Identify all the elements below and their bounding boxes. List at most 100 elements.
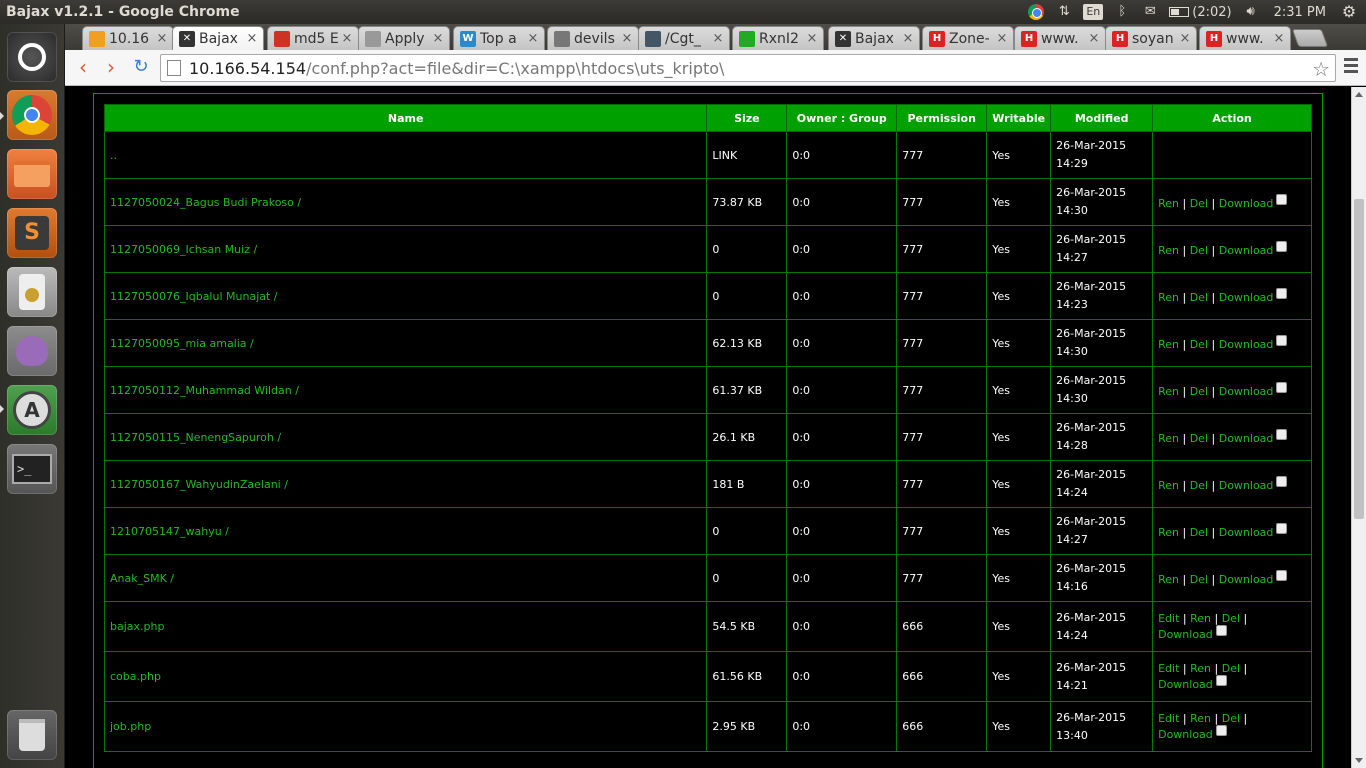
select-checkbox[interactable] <box>1215 675 1227 686</box>
tab-close-icon[interactable]: × <box>805 31 819 46</box>
column-header[interactable]: Writable <box>986 104 1052 132</box>
scrollbar-thumb[interactable] <box>1354 199 1364 519</box>
select-checkbox[interactable] <box>1276 523 1288 534</box>
chrome-indicator-icon[interactable] <box>1027 4 1045 20</box>
rename-link[interactable]: Ren <box>1158 526 1179 539</box>
rename-link[interactable]: Ren <box>1190 712 1211 725</box>
download-link[interactable]: Download <box>1219 385 1274 398</box>
column-header[interactable]: Modified <box>1050 104 1154 132</box>
delete-link[interactable]: Del <box>1190 526 1208 539</box>
rename-link[interactable]: Ren <box>1158 197 1179 210</box>
download-link[interactable]: Download <box>1219 526 1274 539</box>
network-icon[interactable]: ⇅ <box>1055 4 1073 20</box>
select-checkbox[interactable] <box>1276 570 1288 581</box>
delete-link[interactable]: Del <box>1190 197 1208 210</box>
rename-link[interactable]: Ren <box>1158 244 1179 257</box>
file-name-link[interactable]: 1210705147_wahyu / <box>103 507 708 555</box>
rename-link[interactable]: Ren <box>1158 385 1179 398</box>
edit-link[interactable]: Edit <box>1158 612 1179 625</box>
tab-12[interactable]: Hwww. × <box>1199 26 1291 50</box>
address-bar[interactable]: 10.166.54.154/conf.php?act=file&dir=C:\x… <box>160 54 1336 82</box>
rename-link[interactable]: Ren <box>1158 432 1179 445</box>
tab-close-icon[interactable]: × <box>1178 31 1192 46</box>
delete-link[interactable]: Del <box>1190 385 1208 398</box>
select-checkbox[interactable] <box>1276 288 1288 299</box>
download-link[interactable]: Download <box>1219 291 1274 304</box>
tab-close-icon[interactable]: × <box>245 31 259 46</box>
rename-link[interactable]: Ren <box>1158 338 1179 351</box>
rename-link[interactable]: Ren <box>1158 479 1179 492</box>
tab-close-icon[interactable]: × <box>1087 31 1101 46</box>
download-link[interactable]: Download <box>1219 338 1274 351</box>
file-name-link[interactable]: .. <box>103 131 708 179</box>
column-header[interactable]: Size <box>706 104 788 132</box>
tab-close-icon[interactable]: × <box>1272 31 1286 46</box>
download-link[interactable]: Download <box>1219 432 1274 445</box>
scroll-down-arrow[interactable] <box>1355 758 1363 763</box>
tab-6[interactable]: /Cgt_ × <box>638 26 730 50</box>
file-name-link[interactable]: 1127050095_mia amalia / <box>103 319 708 367</box>
tab-close-icon[interactable]: × <box>155 31 169 46</box>
volume-icon[interactable]: 🔊︎ <box>1242 4 1260 20</box>
file-name-link[interactable]: 1127050024_Bagus Budi Prakoso / <box>103 178 708 226</box>
bookmark-star-icon[interactable]: ☆ <box>1312 57 1330 81</box>
delete-link[interactable]: Del <box>1222 712 1240 725</box>
tab-close-icon[interactable]: × <box>620 31 634 46</box>
tab-2[interactable]: md5 E × <box>267 26 359 50</box>
delete-link[interactable]: Del <box>1222 662 1240 675</box>
file-name-link[interactable]: job.php <box>103 701 708 752</box>
select-checkbox[interactable] <box>1276 476 1288 487</box>
page-scrollbar[interactable] <box>1351 87 1366 768</box>
download-link[interactable]: Download <box>1158 628 1213 641</box>
gear-icon[interactable]: ⚙ <box>1340 4 1358 20</box>
column-header[interactable]: Name <box>103 104 708 132</box>
file-name-link[interactable]: bajax.php <box>103 601 708 652</box>
back-button[interactable]: ‹ <box>71 56 95 80</box>
tab-close-icon[interactable]: × <box>711 31 725 46</box>
select-checkbox[interactable] <box>1276 429 1288 440</box>
download-link[interactable]: Download <box>1219 479 1274 492</box>
delete-link[interactable]: Del <box>1190 479 1208 492</box>
battery-indicator[interactable]: (2:02) <box>1169 5 1232 20</box>
tab-close-icon[interactable]: × <box>526 31 540 46</box>
tab-1[interactable]: ✕ Bajax × <box>172 26 264 50</box>
rename-link[interactable]: Ren <box>1190 612 1211 625</box>
files-launcher-icon[interactable] <box>7 149 57 199</box>
pidgin-launcher-icon[interactable] <box>7 326 57 376</box>
terminal-launcher-icon[interactable]: >_ <box>7 444 57 494</box>
reload-button[interactable]: ↻ <box>129 56 153 80</box>
tab-4[interactable]: W Top a × <box>453 26 545 50</box>
tab-3[interactable]: Apply × <box>358 26 450 50</box>
chrome-launcher-icon[interactable] <box>7 90 57 140</box>
tab-7[interactable]: RxnI2 × <box>732 26 824 50</box>
software-updater-launcher-icon[interactable]: A <box>7 385 57 435</box>
download-link[interactable]: Download <box>1158 678 1213 691</box>
file-name-link[interactable]: Anak_SMK / <box>103 554 708 602</box>
tab-close-icon[interactable]: × <box>340 31 354 46</box>
delete-link[interactable]: Del <box>1222 612 1240 625</box>
delete-link[interactable]: Del <box>1190 432 1208 445</box>
column-header[interactable]: Action <box>1152 104 1312 132</box>
select-checkbox[interactable] <box>1215 725 1227 736</box>
rename-link[interactable]: Ren <box>1158 291 1179 304</box>
new-tab-button[interactable] <box>1291 29 1329 47</box>
tab-11[interactable]: Hsoyan × <box>1105 26 1197 50</box>
select-checkbox[interactable] <box>1276 382 1288 393</box>
file-name-link[interactable]: coba.php <box>103 651 708 702</box>
tab-0[interactable]: 10.16 × <box>82 26 174 50</box>
tab-9[interactable]: H Zone- × <box>922 26 1014 50</box>
delete-link[interactable]: Del <box>1190 573 1208 586</box>
select-checkbox[interactable] <box>1276 241 1288 252</box>
tab-close-icon[interactable]: × <box>431 31 445 46</box>
file-name-link[interactable]: 1127050167_WahyudinZaelani / <box>103 460 708 508</box>
tab-5[interactable]: devils × <box>547 26 639 50</box>
file-name-link[interactable]: 1127050112_Muhammad Wildan / <box>103 366 708 414</box>
download-link[interactable]: Download <box>1219 197 1274 210</box>
delete-link[interactable]: Del <box>1190 338 1208 351</box>
file-name-link[interactable]: 1127050115_NenengSapuroh / <box>103 413 708 461</box>
rename-link[interactable]: Ren <box>1190 662 1211 675</box>
tab-8[interactable]: ✕ Bajax × <box>828 26 920 50</box>
tab-close-icon[interactable]: × <box>901 31 915 46</box>
delete-link[interactable]: Del <box>1190 291 1208 304</box>
download-link[interactable]: Download <box>1158 728 1213 741</box>
